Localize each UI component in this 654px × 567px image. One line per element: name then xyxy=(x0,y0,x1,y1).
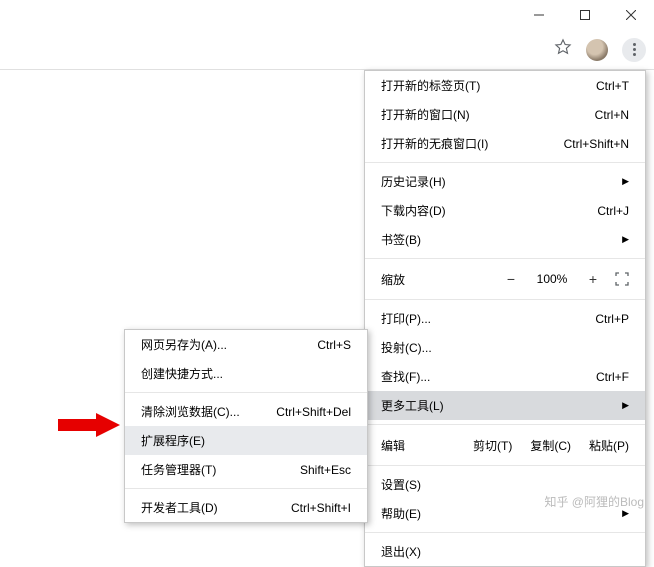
edit-cut-button[interactable]: 剪切(T) xyxy=(473,437,512,454)
more-tools-submenu: 网页另存为(A)... Ctrl+S 创建快捷方式... 清除浏览数据(C)..… xyxy=(124,329,368,523)
menu-item-shortcut: Ctrl+T xyxy=(596,79,629,93)
browser-toolbar xyxy=(0,30,654,70)
menu-separator xyxy=(365,258,645,259)
bookmark-star-icon[interactable] xyxy=(554,38,572,61)
menu-separator xyxy=(365,162,645,163)
submenu-clear-browsing-data[interactable]: 清除浏览数据(C)... Ctrl+Shift+Del xyxy=(125,397,367,426)
zoom-label: 缩放 xyxy=(381,271,503,288)
menu-item-shortcut: Ctrl+Shift+I xyxy=(291,501,351,515)
window-close-button[interactable] xyxy=(608,0,654,30)
menu-separator xyxy=(365,424,645,425)
menu-item-shortcut: Ctrl+N xyxy=(595,108,629,122)
menu-history[interactable]: 历史记录(H) ▶ xyxy=(365,167,645,196)
menu-item-shortcut: Ctrl+J xyxy=(597,204,629,218)
menu-item-label: 打印(P)... xyxy=(381,310,431,327)
edit-copy-button[interactable]: 复制(C) xyxy=(530,437,571,454)
menu-item-label: 书签(B) xyxy=(381,231,421,248)
menu-item-label: 创建快捷方式... xyxy=(141,365,223,382)
menu-item-label: 网页另存为(A)... xyxy=(141,336,227,353)
submenu-arrow-icon: ▶ xyxy=(622,176,629,187)
menu-print[interactable]: 打印(P)... Ctrl+P xyxy=(365,304,645,333)
menu-new-tab[interactable]: 打开新的标签页(T) Ctrl+T xyxy=(365,71,645,100)
menu-cast[interactable]: 投射(C)... xyxy=(365,333,645,362)
menu-more-tools[interactable]: 更多工具(L) ▶ xyxy=(365,391,645,420)
submenu-task-manager[interactable]: 任务管理器(T) Shift+Esc xyxy=(125,455,367,484)
menu-separator xyxy=(365,532,645,533)
zoom-out-button[interactable]: − xyxy=(503,271,519,287)
submenu-arrow-icon: ▶ xyxy=(622,400,629,411)
submenu-create-shortcut[interactable]: 创建快捷方式... xyxy=(125,359,367,388)
window-titlebar xyxy=(0,0,654,30)
menu-bookmarks[interactable]: 书签(B) ▶ xyxy=(365,225,645,254)
highlight-arrow-icon xyxy=(58,413,120,437)
menu-item-label: 清除浏览数据(C)... xyxy=(141,403,240,420)
profile-avatar[interactable] xyxy=(586,39,608,61)
menu-downloads[interactable]: 下载内容(D) Ctrl+J xyxy=(365,196,645,225)
menu-item-label: 历史记录(H) xyxy=(381,173,446,190)
menu-item-label: 设置(S) xyxy=(381,476,421,493)
zoom-value: 100% xyxy=(533,272,571,286)
menu-item-label: 查找(F)... xyxy=(381,368,430,385)
menu-edit-row: 编辑 剪切(T) 复制(C) 粘贴(P) xyxy=(365,429,645,461)
edit-label: 编辑 xyxy=(381,437,455,454)
menu-item-shortcut: Ctrl+F xyxy=(596,370,629,384)
submenu-extensions[interactable]: 扩展程序(E) xyxy=(125,426,367,455)
window-maximize-button[interactable] xyxy=(562,0,608,30)
menu-new-incognito[interactable]: 打开新的无痕窗口(I) Ctrl+Shift+N xyxy=(365,129,645,158)
submenu-arrow-icon: ▶ xyxy=(622,234,629,245)
menu-item-label: 打开新的标签页(T) xyxy=(381,77,480,94)
menu-item-label: 打开新的无痕窗口(I) xyxy=(381,135,488,152)
menu-item-label: 退出(X) xyxy=(381,543,421,560)
edit-paste-button[interactable]: 粘贴(P) xyxy=(589,437,629,454)
menu-item-label: 帮助(E) xyxy=(381,505,421,522)
menu-separator xyxy=(125,392,367,393)
menu-item-label: 开发者工具(D) xyxy=(141,499,218,516)
window-minimize-button[interactable] xyxy=(516,0,562,30)
menu-new-window[interactable]: 打开新的窗口(N) Ctrl+N xyxy=(365,100,645,129)
fullscreen-icon[interactable] xyxy=(615,272,629,286)
menu-item-label: 任务管理器(T) xyxy=(141,461,216,478)
menu-find[interactable]: 查找(F)... Ctrl+F xyxy=(365,362,645,391)
submenu-save-page-as[interactable]: 网页另存为(A)... Ctrl+S xyxy=(125,330,367,359)
menu-item-label: 更多工具(L) xyxy=(381,397,444,414)
zoom-in-button[interactable]: + xyxy=(585,271,601,287)
menu-zoom-row: 缩放 − 100% + xyxy=(365,263,645,295)
menu-separator xyxy=(365,465,645,466)
menu-item-label: 下载内容(D) xyxy=(381,202,446,219)
menu-item-shortcut: Ctrl+P xyxy=(595,312,629,326)
menu-item-label: 打开新的窗口(N) xyxy=(381,106,470,123)
menu-item-label: 扩展程序(E) xyxy=(141,432,205,449)
menu-item-shortcut: Ctrl+S xyxy=(317,338,351,352)
menu-exit[interactable]: 退出(X) xyxy=(365,537,645,566)
menu-item-shortcut: Shift+Esc xyxy=(300,463,351,477)
kebab-menu-icon[interactable] xyxy=(622,38,646,62)
watermark-text: 知乎 @阿狸的Blog xyxy=(544,493,644,510)
menu-item-label: 投射(C)... xyxy=(381,339,432,356)
menu-item-shortcut: Ctrl+Shift+N xyxy=(564,137,629,151)
menu-separator xyxy=(365,299,645,300)
menu-item-shortcut: Ctrl+Shift+Del xyxy=(276,405,351,419)
menu-separator xyxy=(125,488,367,489)
submenu-developer-tools[interactable]: 开发者工具(D) Ctrl+Shift+I xyxy=(125,493,367,522)
